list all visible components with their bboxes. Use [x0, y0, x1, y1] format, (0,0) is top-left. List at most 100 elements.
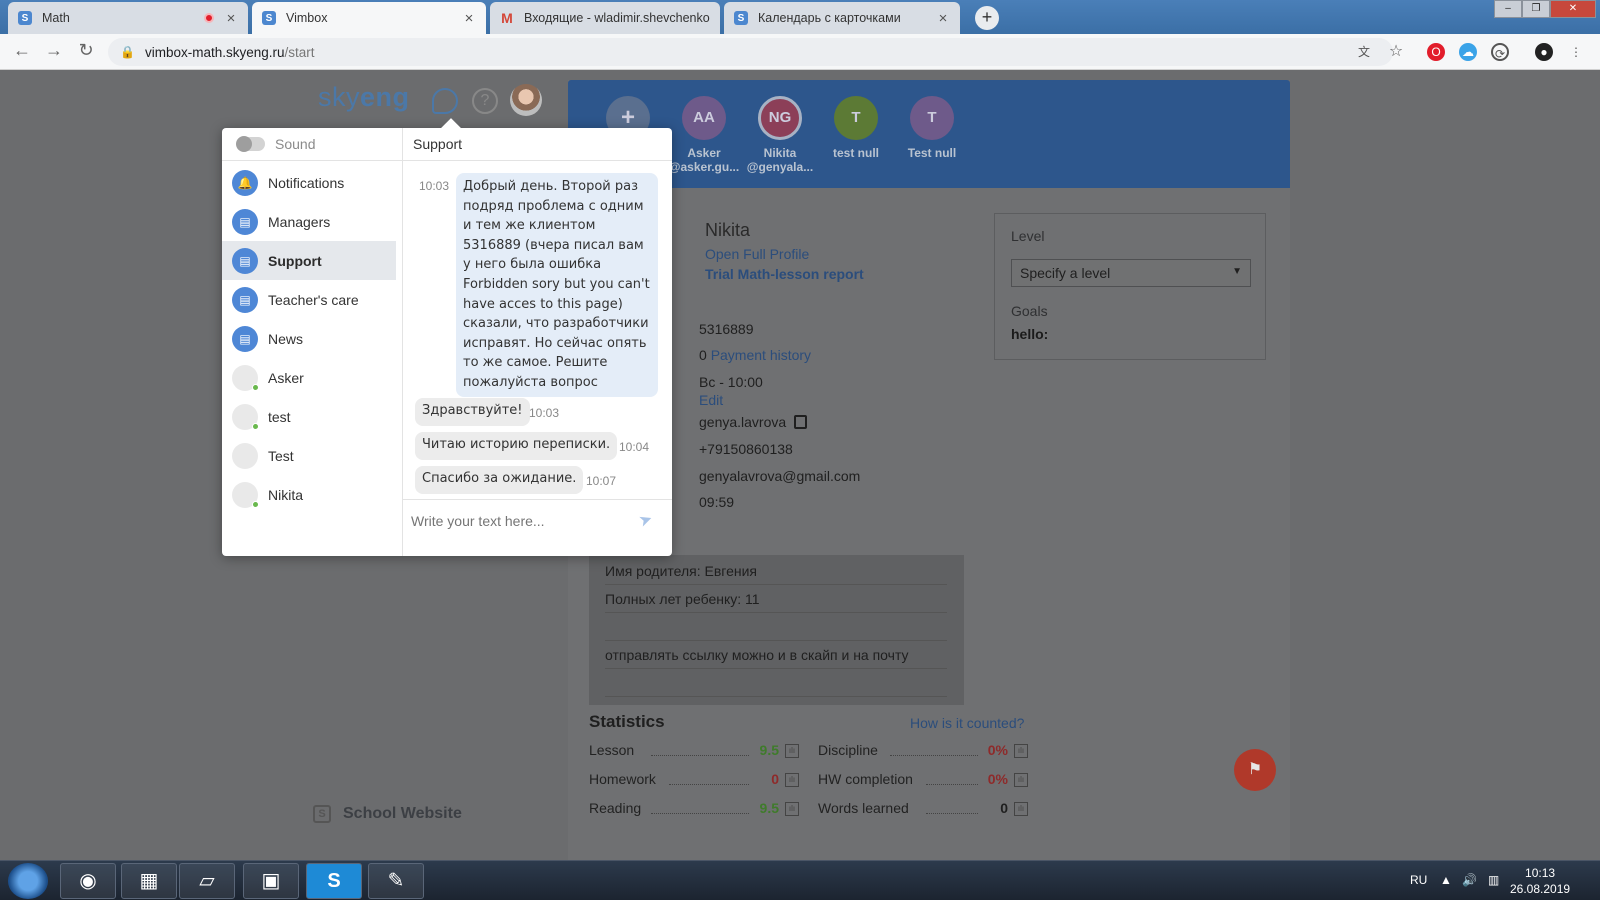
bar-chart-icon[interactable]: ılı — [785, 773, 799, 787]
open-full-profile-link[interactable]: Open Full Profile — [705, 246, 809, 262]
channel-label: Support — [268, 252, 322, 269]
translate-icon[interactable]: 文 — [1355, 43, 1373, 61]
student-nikita[interactable]: NG Nikita @genyala... — [740, 96, 820, 174]
send-icon[interactable]: ➤ — [636, 508, 655, 531]
new-tab-button[interactable]: + — [975, 6, 999, 30]
explorer-taskbar-icon[interactable]: ▦ — [121, 863, 177, 899]
bookmark-star-icon[interactable]: ☆ — [1387, 43, 1405, 61]
edit-schedule-link[interactable]: Edit — [699, 392, 723, 408]
channel-label: Teacher's care — [268, 291, 359, 308]
chat-popup: Sound 🔔 Notifications ▤ Managers ▤ Support … — [222, 128, 672, 556]
tab-vimbox[interactable]: S Vimbox × — [252, 2, 486, 34]
skyeng-favicon-icon: S — [262, 11, 276, 25]
tab-math[interactable]: S Math × — [8, 2, 248, 34]
network-icon[interactable]: ▥ — [1488, 873, 1499, 887]
how-is-it-counted-link[interactable]: How is it counted? — [910, 715, 1024, 731]
stat-reading: Reading 9.5 ılı — [589, 800, 799, 820]
url-field[interactable]: 🔒 vimbox-math.skyeng.ru/start — [108, 38, 1393, 66]
profile-icon[interactable]: ● — [1535, 43, 1553, 61]
reload-icon[interactable]: ↻ — [74, 40, 98, 61]
opera-icon[interactable]: O — [1427, 43, 1445, 61]
clock-time: 10:13 — [1525, 866, 1556, 880]
stat-name: Reading — [589, 800, 642, 816]
chrome-taskbar-icon[interactable]: ◉ — [60, 863, 116, 899]
close-icon[interactable]: × — [936, 10, 950, 27]
channel-support[interactable]: ▤ Support — [222, 241, 396, 280]
bar-chart-icon[interactable]: ılı — [1014, 773, 1028, 787]
cloud-icon[interactable]: ☁ — [1459, 43, 1477, 61]
language-indicator[interactable]: RU — [1410, 873, 1427, 887]
stat-value: 0% — [987, 771, 1008, 787]
extension-icon[interactable]: ⟳ — [1491, 43, 1509, 61]
tab-calendar[interactable]: S Календарь с карточками × — [724, 2, 960, 34]
goals-value: hello: — [1011, 326, 1049, 342]
chat-icon[interactable] — [432, 88, 458, 114]
school-website-link[interactable]: S School Website — [313, 805, 462, 823]
channel-notifications[interactable]: 🔔 Notifications — [222, 163, 396, 202]
stat-value: 9.5 — [759, 742, 779, 758]
goals-label: Goals — [1011, 303, 1048, 319]
browser-tab-bar: S Math × S Vimbox × M Входящие - wladimi… — [0, 0, 1600, 34]
close-icon[interactable]: × — [462, 10, 476, 27]
bar-chart-icon[interactable]: ılı — [785, 744, 799, 758]
student-test-null-2[interactable]: T Test null — [892, 96, 972, 160]
incoming-message: Спасибо за ожидание. — [415, 466, 584, 494]
student-test-null[interactable]: T test null — [816, 96, 896, 160]
outgoing-message: Добрый день. Второй раз подряд проблема … — [456, 173, 658, 397]
note-row: Полных лет ребенку: 11 — [605, 585, 947, 613]
contact-test-2[interactable]: Test — [222, 436, 396, 475]
stat-words-learned: Words learned 0 ılı — [818, 800, 1028, 820]
channel-teachers-care[interactable]: ▤ Teacher's care — [222, 280, 396, 319]
message-input[interactable] — [411, 508, 631, 534]
contact-nikita[interactable]: Nikita — [222, 475, 396, 514]
copy-icon[interactable] — [794, 415, 808, 429]
minimize-button[interactable]: – — [1494, 0, 1522, 18]
stat-homework: Homework 0 ılı — [589, 771, 799, 791]
message-time: 10:07 — [586, 474, 617, 488]
contact-test[interactable]: test — [222, 397, 396, 436]
stat-name: Words learned — [818, 800, 909, 816]
start-button[interactable] — [8, 863, 48, 899]
recording-icon — [204, 13, 214, 23]
bar-chart-icon[interactable]: ılı — [1014, 802, 1028, 816]
tab-gmail[interactable]: M Входящие - wladimir.shevchenko — [490, 2, 720, 34]
back-arrow-icon[interactable]: ← — [10, 40, 34, 61]
maximize-button[interactable]: ❐ — [1522, 0, 1550, 18]
skyeng-favicon-icon: S — [18, 11, 32, 25]
sound-label: Sound — [275, 136, 316, 152]
bar-chart-icon[interactable]: ılı — [1014, 744, 1028, 758]
skyeng-logo[interactable]: skyeng — [318, 82, 410, 113]
user-avatar[interactable] — [510, 84, 542, 116]
avatar — [232, 403, 259, 430]
level-select[interactable]: Specify a level ▼ — [1011, 259, 1251, 287]
stat-name: Discipline — [818, 742, 878, 758]
payment-history-link[interactable]: Payment history — [711, 347, 811, 363]
forward-arrow-icon[interactable]: → — [42, 40, 66, 61]
student-avatar: T — [834, 96, 878, 140]
clock[interactable]: 10:13 26.08.2019 — [1510, 865, 1570, 897]
channel-news[interactable]: ▤ News — [222, 319, 396, 358]
toggle-switch[interactable] — [236, 136, 265, 152]
channel-icon: ▤ — [232, 325, 258, 352]
skype-taskbar-icon[interactable]: S — [306, 863, 362, 899]
close-icon[interactable]: × — [224, 10, 238, 27]
note-row — [605, 669, 947, 697]
channel-managers[interactable]: ▤ Managers — [222, 202, 396, 241]
stat-value: 0% — [987, 742, 1008, 758]
windows-taskbar: ◉ ▦ ▱ ▣ S ✎ RU ▲ 🔊 ▥ 10:13 26.08.2019 — [0, 860, 1600, 900]
volume-icon[interactable]: 🔊 — [1462, 873, 1477, 887]
trial-report-link[interactable]: Trial Math-lesson report — [705, 266, 864, 282]
note-row: отправлять ссылку можно и в скайп и на п… — [605, 641, 947, 669]
bar-chart-icon[interactable]: ılı — [785, 802, 799, 816]
paint-taskbar-icon[interactable]: ✎ — [368, 863, 424, 899]
notepad-taskbar-icon[interactable]: ▱ — [179, 863, 235, 899]
student-asker[interactable]: AA Asker @asker.gu... — [664, 96, 744, 174]
menu-dots-icon[interactable]: ⋮ — [1567, 43, 1585, 61]
screenshot-taskbar-icon[interactable]: ▣ — [243, 863, 299, 899]
tray-arrow-icon[interactable]: ▲ — [1440, 873, 1452, 887]
contact-asker[interactable]: Asker — [222, 358, 396, 397]
sound-toggle[interactable]: Sound — [236, 136, 316, 152]
flag-button[interactable]: ⚑ — [1234, 749, 1276, 791]
window-close-button[interactable]: ✕ — [1550, 0, 1596, 18]
help-icon[interactable]: ? — [472, 88, 498, 114]
